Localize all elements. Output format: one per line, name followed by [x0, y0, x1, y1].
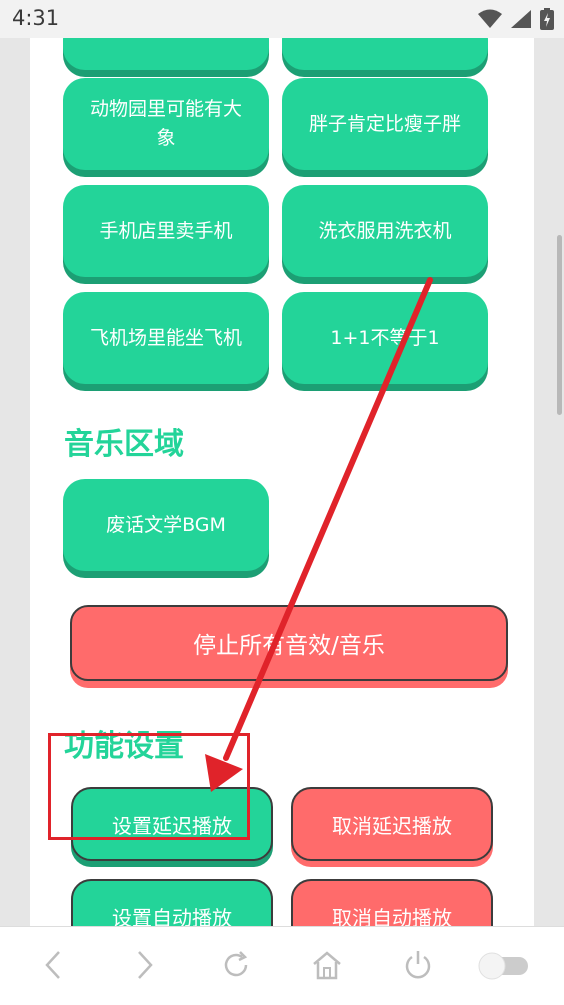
toggle-switch[interactable] [476, 951, 532, 981]
power-icon[interactable] [402, 949, 434, 981]
browser-nav-bar [0, 926, 564, 1005]
refresh-icon[interactable] [220, 949, 252, 981]
annotation-arrow [205, 277, 433, 792]
back-icon[interactable] [40, 949, 68, 981]
forward-icon[interactable] [130, 949, 158, 981]
home-icon[interactable] [311, 949, 343, 981]
